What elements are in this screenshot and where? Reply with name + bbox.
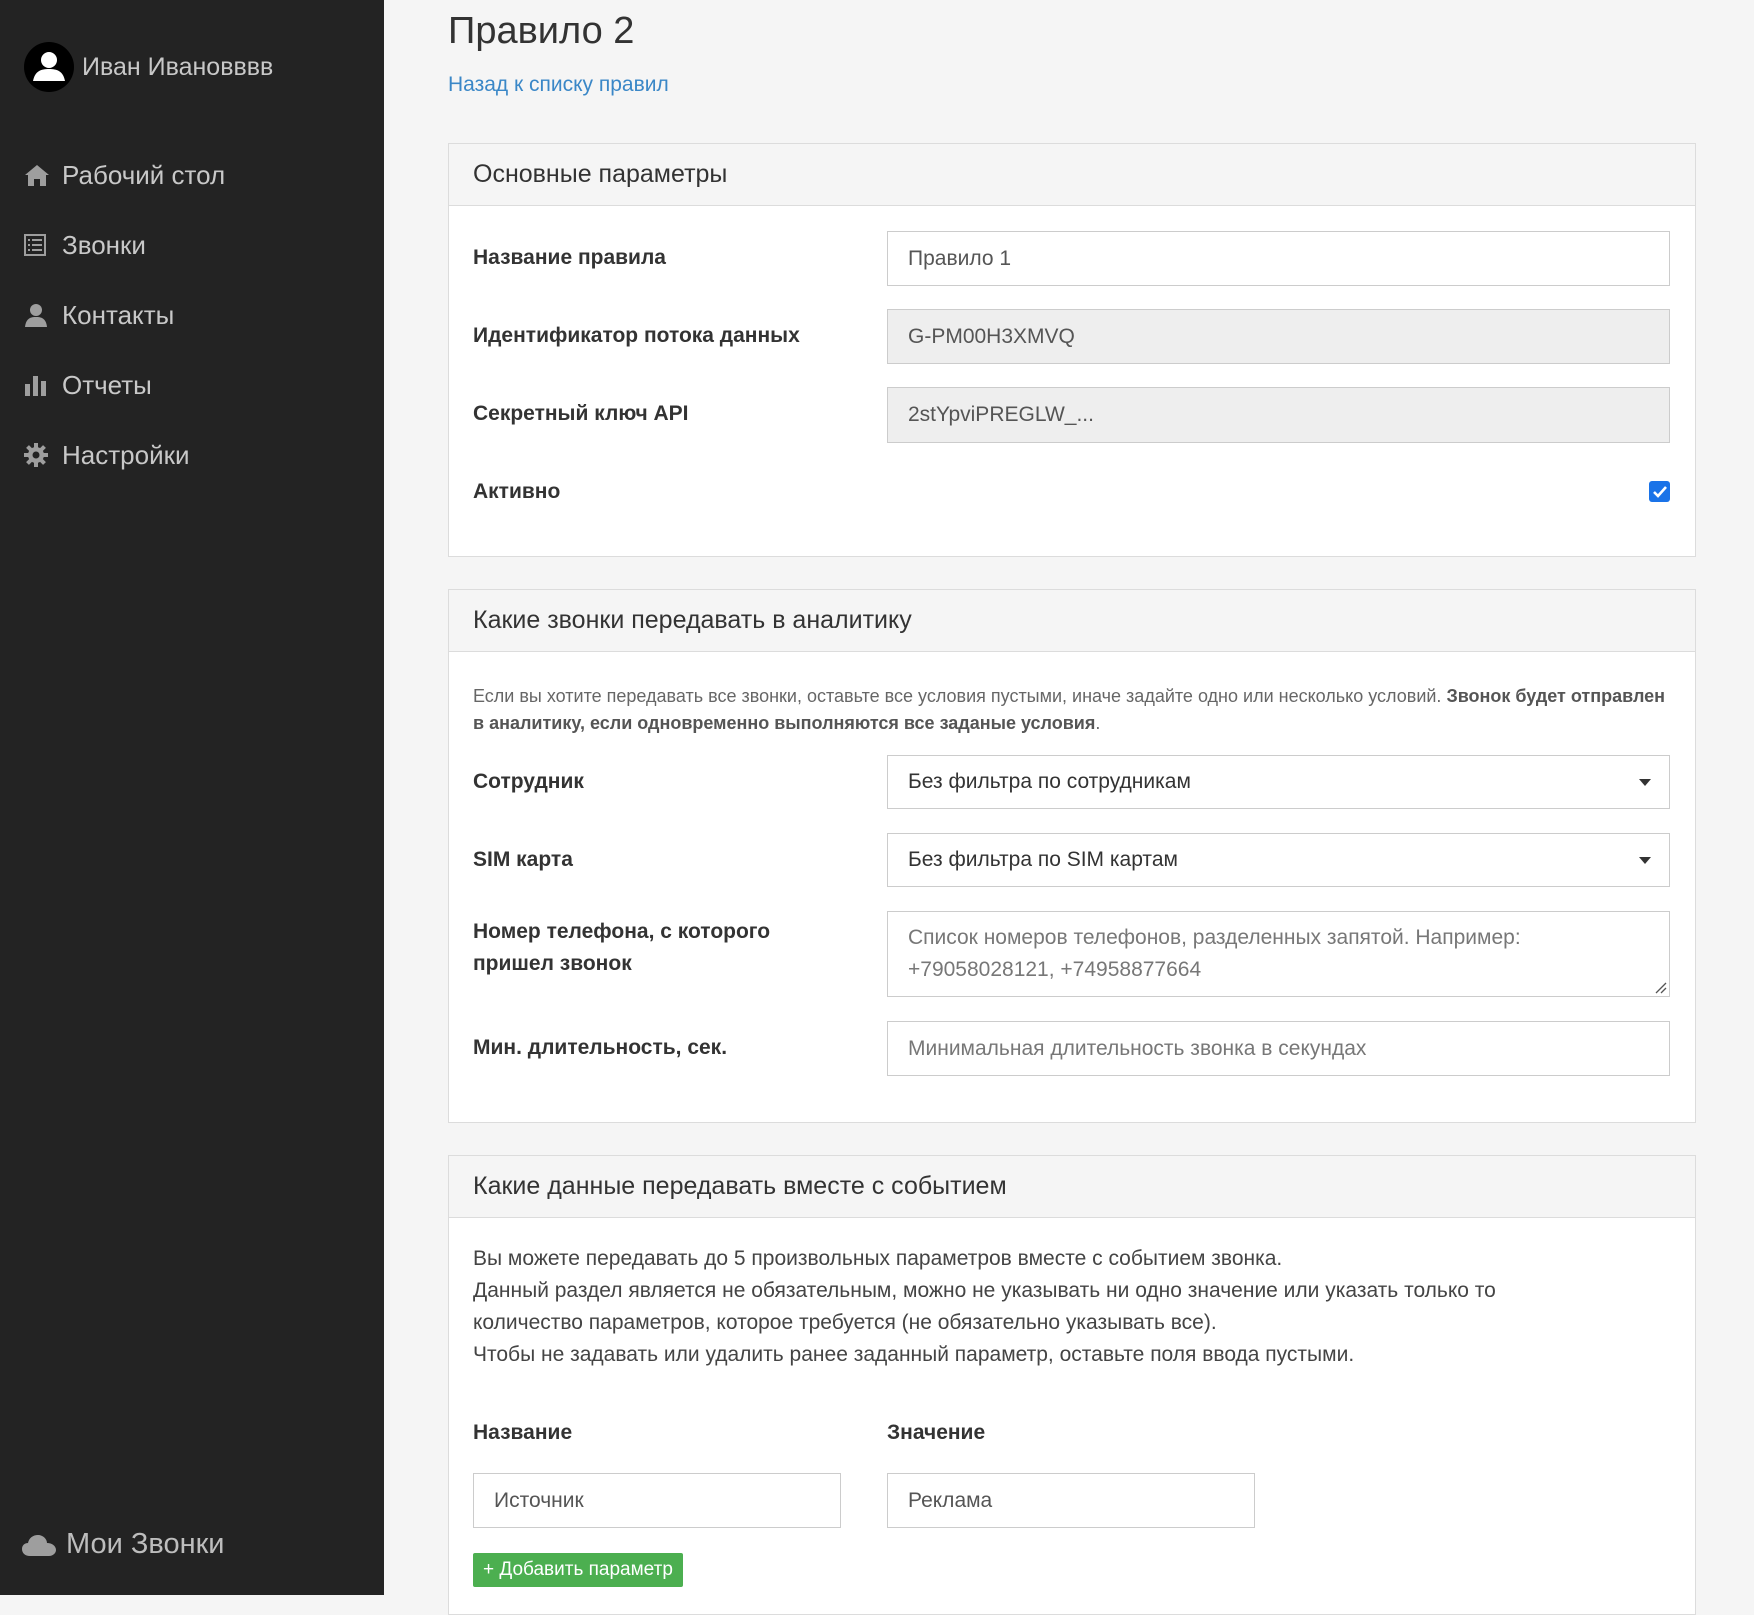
phone-row: Номер телефона, с которого пришел звонок… (473, 911, 1673, 997)
rule-name-row: Название правила Правило 1 (473, 231, 1673, 286)
list-icon (24, 230, 62, 260)
basic-params-panel: Основные параметры Название правила Прав… (448, 143, 1696, 557)
info-line-2: Данный раздел является не обязательным, … (473, 1279, 1496, 1334)
chevron-down-icon (1639, 857, 1651, 864)
duration-placeholder: Минимальная длительность звонка в секунд… (908, 1036, 1367, 1060)
active-checkbox[interactable] (1649, 481, 1670, 502)
page-title: Правило 2 (448, 10, 635, 52)
stream-id-input[interactable]: G-PM00H3XMVQ (887, 309, 1670, 364)
rule-name-input[interactable]: Правило 1 (887, 231, 1670, 286)
employee-row: Сотрудник Без фильтра по сотрудникам (473, 755, 1673, 809)
param-name-input[interactable]: Источник (473, 1473, 841, 1528)
sidebar-item-label: Отчеты (62, 369, 152, 400)
info-line-1: Вы можете передавать до 5 произвольных п… (473, 1247, 1283, 1270)
sidebar: Иван Ивановввв Рабочий стол Звонки Конта… (0, 0, 384, 1595)
panel-heading: Какие звонки передавать в аналитику (449, 590, 1695, 652)
stream-id-row: Идентификатор потока данных G-PM00H3XMVQ (473, 309, 1673, 364)
employee-select[interactable]: Без фильтра по сотрудникам (887, 755, 1670, 809)
sim-select[interactable]: Без фильтра по SIM картам (887, 833, 1670, 887)
rule-name-label: Название правила (473, 246, 666, 269)
back-to-rules-link[interactable]: Назад к списку правил (448, 73, 669, 97)
call-filters-panel: Какие звонки передавать в аналитику Если… (448, 589, 1696, 1123)
info-line-3: Чтобы не задавать или удалить ранее зада… (473, 1343, 1355, 1366)
param-name-value: Источник (494, 1488, 584, 1512)
user-icon (24, 300, 62, 330)
sim-row: SIM карта Без фильтра по SIM картам (473, 833, 1673, 887)
brand-name: Мои Звонки (66, 1528, 225, 1560)
event-params-panel: Какие данные передавать вместе с событие… (448, 1155, 1696, 1615)
main-content: Правило 2 Назад к списку правил Основные… (384, 0, 1754, 1615)
param-value-header: Значение (887, 1421, 986, 1444)
gear-icon (24, 440, 62, 470)
filters-help-text: Если вы хотите передавать все звонки, ос… (473, 683, 1673, 737)
sidebar-item-label: Звонки (62, 229, 146, 260)
stream-id-value: G-PM00H3XMVQ (908, 324, 1075, 348)
resize-grip-icon[interactable] (1653, 980, 1667, 994)
user-profile[interactable]: Иван Ивановввв (24, 42, 273, 92)
sidebar-nav: Рабочий стол Звонки Контакты Отчеты Наст… (24, 140, 225, 490)
sim-select-value: Без фильтра по SIM картам (908, 848, 1178, 871)
brand-logo[interactable]: Мои Звонки (22, 1528, 225, 1561)
active-label: Активно (473, 480, 561, 503)
sidebar-item-settings[interactable]: Настройки (24, 420, 225, 490)
param-value-value: Реклама (908, 1488, 993, 1512)
employee-label: Сотрудник (473, 770, 584, 793)
active-row: Активно (473, 476, 1673, 508)
user-name: Иван Ивановввв (82, 52, 274, 81)
help-end: . (1095, 713, 1101, 733)
param-value-input[interactable]: Реклама (887, 1473, 1255, 1528)
chevron-down-icon (1639, 779, 1651, 786)
sidebar-item-reports[interactable]: Отчеты (24, 350, 225, 420)
user-avatar-icon (33, 52, 65, 81)
home-icon (24, 160, 62, 190)
sidebar-item-calls[interactable]: Звонки (24, 210, 225, 280)
api-key-value: 2stYpviPREGLW_... (908, 403, 1094, 426)
phone-placeholder: Список номеров телефонов, разделенных за… (908, 926, 1521, 981)
api-key-label: Секретный ключ API (473, 402, 689, 425)
add-parameter-button[interactable]: + Добавить параметр (473, 1553, 683, 1587)
bar-chart-icon (24, 370, 62, 400)
rule-name-value: Правило 1 (908, 246, 1012, 270)
panel-heading: Какие данные передавать вместе с событие… (449, 1156, 1695, 1218)
employee-select-value: Без фильтра по сотрудникам (908, 770, 1191, 793)
sidebar-item-desktop[interactable]: Рабочий стол (24, 140, 225, 210)
stream-id-label: Идентификатор потока данных (473, 324, 800, 347)
params-info-text: Вы можете передавать до 5 произвольных п… (473, 1243, 1673, 1371)
avatar (24, 42, 74, 92)
duration-input[interactable]: Минимальная длительность звонка в секунд… (887, 1021, 1670, 1076)
phone-label: Номер телефона, с которого пришел звонок (473, 920, 771, 975)
duration-label: Мин. длительность, сек. (473, 1036, 728, 1059)
sim-label: SIM карта (473, 848, 573, 871)
panel-heading: Основные параметры (449, 144, 1695, 206)
cloud-icon (22, 1534, 66, 1556)
param-name-header: Название (473, 1421, 573, 1444)
api-key-row: Секретный ключ API 2stYpviPREGLW_... (473, 387, 1673, 443)
sidebar-item-label: Контакты (62, 299, 175, 330)
help-plain: Если вы хотите передавать все звонки, ос… (473, 686, 1447, 706)
sidebar-item-label: Рабочий стол (62, 159, 226, 190)
phone-textarea[interactable]: Список номеров телефонов, разделенных за… (887, 911, 1670, 997)
api-key-input[interactable]: 2stYpviPREGLW_... (887, 387, 1670, 443)
checkmark-icon (1652, 485, 1667, 498)
sidebar-item-contacts[interactable]: Контакты (24, 280, 225, 350)
duration-row: Мин. длительность, сек. Минимальная длит… (473, 1021, 1673, 1076)
sidebar-item-label: Настройки (62, 439, 190, 470)
